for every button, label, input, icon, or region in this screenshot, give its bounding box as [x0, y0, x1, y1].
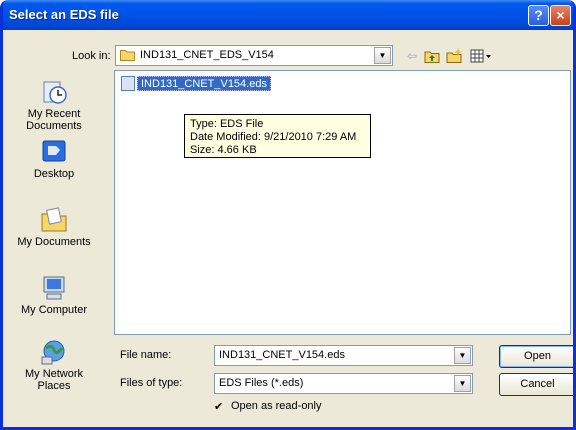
place-label: My Computer [20, 304, 88, 316]
place-my-documents[interactable]: My Documents [10, 206, 98, 248]
place-my-computer[interactable]: My Computer [10, 274, 98, 316]
help-button[interactable]: ? [528, 5, 549, 26]
tooltip-date-modified: Date Modified: 9/21/2010 7:29 AM [190, 131, 357, 143]
filename-input[interactable]: IND131_CNET_V154.eds ▼ [214, 345, 473, 366]
close-button[interactable]: × [550, 5, 571, 26]
place-my-recent-documents[interactable]: My Recent Documents [10, 78, 98, 132]
tooltip-size: Size: 4.66 KB [190, 144, 257, 156]
place-label: Desktop [33, 168, 75, 180]
file-name-selected[interactable]: IND131_CNET_V154.eds [137, 76, 271, 91]
chevron-down-icon[interactable]: ▼ [374, 47, 391, 64]
place-label-2: Places [37, 380, 71, 392]
lookin-dropdown[interactable]: IND131_CNET_EDS_V154 ▼ [115, 45, 393, 66]
file-list[interactable]: IND131_CNET_V154.eds [114, 70, 571, 335]
place-label-2: Documents [26, 120, 82, 132]
cancel-button[interactable]: Cancel [499, 373, 573, 396]
filetype-value: EDS Files (*.eds) [219, 377, 304, 389]
title-bar[interactable]: Select an EDS file ? × [3, 0, 573, 30]
view-menu-icon[interactable] [469, 47, 493, 65]
my-computer-icon [43, 276, 65, 300]
up-folder-icon[interactable] [423, 47, 441, 65]
my-documents-icon [41, 207, 67, 232]
place-my-network-places[interactable]: My Network Places [10, 338, 98, 392]
network-places-icon [41, 340, 65, 365]
filename-label: File name: [120, 349, 172, 361]
place-label: My Documents [17, 236, 91, 248]
file-dialog: Select an EDS file ? × Look in: IND131_C… [0, 0, 576, 430]
filetype-label: Files of type: [120, 377, 183, 389]
recent-documents-icon [43, 81, 67, 104]
open-button[interactable]: Open [499, 345, 573, 368]
file-tooltip: Type: EDS File Date Modified: 9/21/2010 … [184, 114, 371, 158]
place-label: My Network [24, 368, 84, 380]
eds-file-icon [121, 76, 135, 91]
folder-icon [120, 50, 135, 61]
back-arrow-icon[interactable]: ⇦ [403, 47, 421, 65]
desktop-icon [42, 140, 66, 162]
filename-value: IND131_CNET_V154.eds [219, 349, 345, 361]
lookin-value: IND131_CNET_EDS_V154 [140, 49, 274, 61]
place-desktop[interactable]: Desktop [10, 138, 98, 180]
place-label: My Recent [27, 108, 81, 120]
window-title: Select an EDS file [9, 7, 119, 22]
lookin-label: Look in: [72, 50, 111, 62]
tooltip-type: Type: EDS File [190, 118, 264, 130]
chevron-down-icon[interactable]: ▼ [454, 375, 471, 392]
chevron-down-icon[interactable]: ▼ [454, 347, 471, 364]
readonly-label: Open as read-only [231, 400, 322, 412]
new-folder-icon[interactable] [445, 47, 463, 65]
filetype-select[interactable]: EDS Files (*.eds) ▼ [214, 373, 473, 394]
readonly-checkbox[interactable]: ✔ [214, 402, 225, 413]
places-bar: My Recent Documents Desktop My Documents [10, 70, 98, 415]
